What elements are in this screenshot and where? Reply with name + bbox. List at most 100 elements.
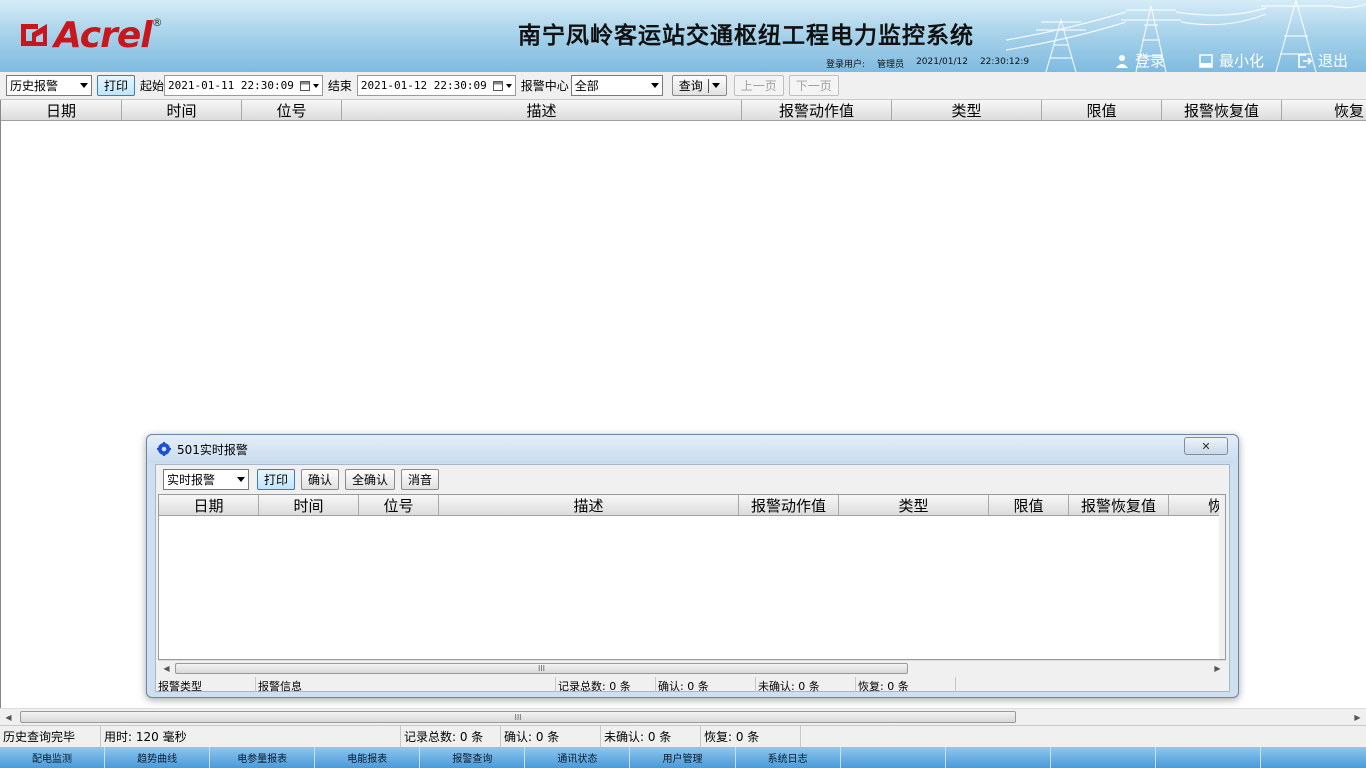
print-button[interactable]: 打印 (97, 75, 136, 96)
status-unconfirmed: 未确认: 0 条 (601, 726, 701, 747)
chevron-down-icon (237, 476, 245, 482)
minimize-icon (1199, 53, 1213, 68)
calendar-icon (299, 80, 310, 91)
dialog-column-alarm-value[interactable]: 报警动作值 (739, 495, 839, 515)
nav-empty-slot[interactable] (1261, 747, 1366, 768)
dialog-mute-button[interactable]: 消音 (401, 468, 440, 490)
dialog-confirm-button[interactable]: 确认 (301, 468, 340, 490)
dialog-column-date[interactable]: 日期 (159, 495, 259, 515)
dialog-body: 实时报警 打印 确认 全确认 消音 日期 时间 位号 描述 报警动作值 类型 限… (155, 464, 1230, 692)
column-header-type[interactable]: 类型 (892, 100, 1042, 120)
nav-user-management[interactable]: 用户管理 (630, 747, 736, 768)
grid-header: 日期 时间 位号 描述 报警动作值 类型 限值 报警恢复值 恢复 (1, 100, 1366, 121)
column-header-date[interactable]: 日期 (1, 100, 122, 120)
dialog-scroll-thumb[interactable]: III (175, 663, 908, 674)
dialog-grid-header: 日期 时间 位号 描述 报警动作值 类型 限值 报警恢复值 恢 (159, 495, 1225, 516)
nav-trend-curve[interactable]: 趋势曲线 (105, 747, 211, 768)
column-header-restore-value[interactable]: 报警恢复值 (1162, 100, 1282, 120)
chevron-down-icon (80, 83, 88, 88)
exit-button-label: 退出 (1317, 52, 1348, 70)
nav-empty-slot[interactable] (1051, 747, 1156, 768)
query-toolbar: 历史报警 打印 起始 2021-01-11 22:30:09 结束 2021-0… (0, 72, 1366, 100)
status-confirmed: 确认: 0 条 (501, 726, 601, 747)
exit-icon (1298, 53, 1312, 68)
column-header-tag[interactable]: 位号 (242, 100, 342, 120)
dialog-column-tag[interactable]: 位号 (359, 495, 439, 515)
main-horizontal-scrollbar[interactable]: ◀ III ▶ (0, 708, 1366, 725)
dialog-close-button[interactable]: ✕ (1184, 437, 1228, 455)
dialog-column-restore-value[interactable]: 报警恢复值 (1069, 495, 1169, 515)
scroll-right-icon[interactable]: ▶ (1349, 713, 1366, 722)
bottom-navigation: 配电监测 趋势曲线 电参量报表 电能报表 报警查询 通讯状态 用户管理 系统日志 (0, 747, 1366, 768)
login-button-label: 登录 (1134, 52, 1165, 70)
status-elapsed: 用时: 120 毫秒 (101, 726, 401, 747)
column-header-alarm-value[interactable]: 报警动作值 (742, 100, 892, 120)
realtime-mode-value: 实时报警 (167, 472, 216, 487)
dialog-column-time[interactable]: 时间 (259, 495, 359, 515)
nav-communication-status[interactable]: 通讯状态 (525, 747, 631, 768)
nav-empty-slot[interactable] (1156, 747, 1261, 768)
nav-distribution-monitoring[interactable]: 配电监测 (0, 747, 106, 768)
dialog-column-type[interactable]: 类型 (839, 495, 989, 515)
nav-energy-report[interactable]: 电能报表 (315, 747, 421, 768)
dialog-status-confirmed: 确认: 0 条 (656, 677, 756, 692)
query-button[interactable]: 查询 (671, 75, 727, 96)
dialog-titlebar[interactable]: 501实时报警 (147, 435, 1238, 463)
user-icon (1115, 54, 1128, 68)
login-label: 登录用户: (826, 60, 866, 70)
main-scroll-thumb[interactable]: III (20, 711, 1016, 723)
realtime-alarm-grid: 日期 时间 位号 描述 报警动作值 类型 限值 报警恢复值 恢 (158, 494, 1226, 660)
dialog-column-limit[interactable]: 限值 (989, 495, 1069, 515)
end-datetime-value: 2021-01-12 22:30:09 (360, 79, 487, 92)
dialog-confirm-all-button[interactable]: 全确认 (345, 468, 396, 490)
nav-electrical-parameter-report[interactable]: 电参量报表 (210, 747, 316, 768)
minimize-button[interactable]: 最小化 (1199, 50, 1264, 71)
nav-empty-slot[interactable] (841, 747, 946, 768)
login-info: 登录用户: 管理员 2021/01/12 22:30:12:9 (826, 57, 1029, 70)
login-button[interactable]: 登录 (1115, 50, 1165, 71)
alarm-center-value: 全部 (574, 79, 599, 93)
column-header-description[interactable]: 描述 (342, 100, 742, 120)
start-datetime-picker[interactable]: 2021-01-11 22:30:09 (164, 75, 323, 96)
alarm-center-select[interactable]: 全部 (570, 75, 663, 96)
dialog-status-total: 记录总数: 0 条 (556, 677, 656, 692)
column-header-restore[interactable]: 恢复 (1282, 100, 1366, 120)
chevron-down-icon (711, 83, 720, 88)
dialog-vertical-scrollbar[interactable] (1219, 495, 1225, 659)
realtime-mode-select[interactable]: 实时报警 (163, 468, 249, 490)
dialog-horizontal-scrollbar[interactable]: ◀ III ▶ (158, 660, 1226, 676)
start-datetime-value: 2021-01-11 22:30:09 (168, 79, 294, 92)
gear-icon (157, 442, 171, 456)
column-header-time[interactable]: 时间 (122, 100, 242, 120)
registered-mark: ® (151, 16, 163, 29)
dialog-scroll-track[interactable]: III (175, 661, 1209, 676)
dialog-column-restore[interactable]: 恢 (1169, 495, 1225, 515)
dialog-column-description[interactable]: 描述 (439, 495, 739, 515)
exit-button[interactable]: 退出 (1298, 50, 1348, 71)
nav-alarm-query[interactable]: 报警查询 (420, 747, 526, 768)
calendar-icon (492, 80, 503, 91)
current-date: 2021/01/12 (916, 57, 968, 67)
nav-empty-slot[interactable] (946, 747, 1051, 768)
column-header-limit[interactable]: 限值 (1042, 100, 1162, 120)
dialog-status-restored: 恢复: 0 条 (856, 677, 956, 692)
main-scroll-track[interactable]: III (17, 709, 1349, 725)
end-datetime-picker[interactable]: 2021-01-12 22:30:09 (356, 75, 516, 96)
app-header: Acrel ® 南宁凤岭客运站交通枢纽工程电力监控系统 登录用户: 管理员 20… (0, 0, 1366, 72)
query-button-label: 查询 (678, 79, 703, 93)
end-label: 结束 (327, 79, 352, 93)
realtime-alarm-dialog: 501实时报警 ✕ 实时报警 打印 确认 全确认 消音 日期 时间 位号 描述 … (146, 434, 1239, 698)
prev-page-button[interactable]: 上一页 (733, 75, 784, 96)
scroll-left-icon[interactable]: ◀ (158, 664, 175, 673)
dialog-toolbar: 实时报警 打印 确认 全确认 消音 (156, 465, 1229, 493)
scroll-left-icon[interactable]: ◀ (0, 713, 17, 722)
status-restored: 恢复: 0 条 (701, 726, 801, 747)
next-page-button[interactable]: 下一页 (788, 75, 839, 96)
dialog-status-type: 报警类型 (156, 677, 256, 692)
chevron-down-icon (650, 83, 659, 88)
alarm-mode-select[interactable]: 历史报警 (6, 75, 92, 96)
dialog-print-button[interactable]: 打印 (257, 468, 296, 490)
scroll-right-icon[interactable]: ▶ (1209, 664, 1226, 673)
nav-system-log[interactable]: 系统日志 (736, 747, 841, 768)
alarm-center-label: 报警中心 (520, 79, 569, 93)
